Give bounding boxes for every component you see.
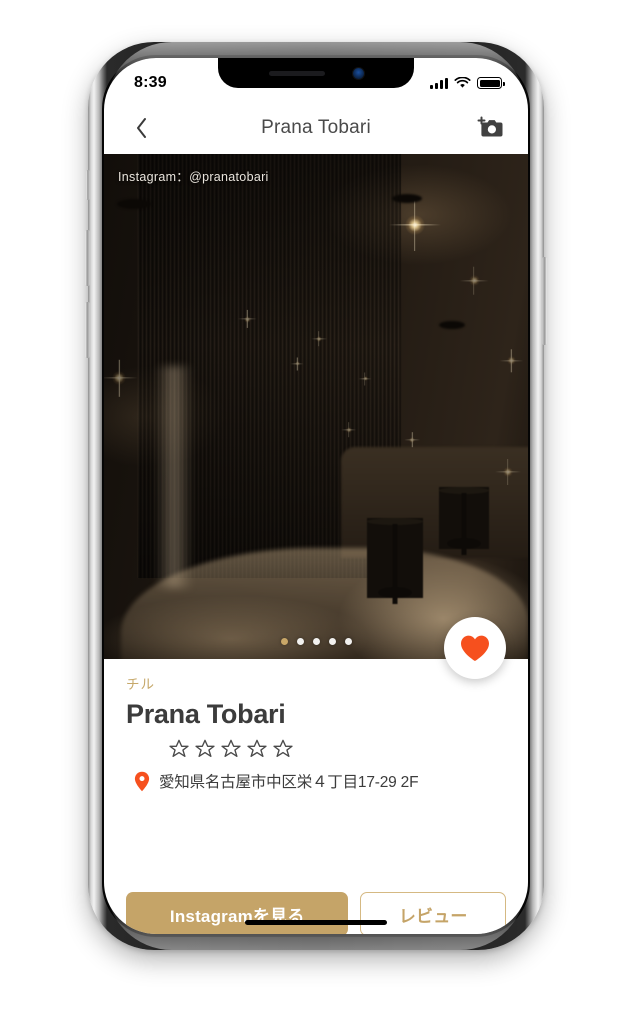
venue-address: 愛知県名古屋市中区栄４丁目17-29 2F bbox=[159, 774, 419, 791]
device-notch bbox=[218, 58, 414, 88]
star-outline-icon[interactable] bbox=[194, 738, 216, 760]
ceiling-fixture bbox=[392, 194, 423, 204]
volume-up-button[interactable] bbox=[85, 230, 90, 286]
cocktail-table bbox=[438, 487, 489, 556]
star-outline-icon[interactable] bbox=[272, 738, 294, 760]
spotlight-glow bbox=[468, 275, 480, 287]
carousel-dot[interactable] bbox=[344, 638, 352, 645]
add-photo-camera-icon bbox=[477, 116, 503, 137]
cellular-signal-icon bbox=[430, 77, 448, 89]
carousel-dot[interactable] bbox=[312, 638, 320, 645]
battery-icon bbox=[477, 77, 505, 89]
front-camera-icon bbox=[352, 67, 364, 79]
view-instagram-button[interactable]: Instagramを見る bbox=[126, 892, 349, 934]
venue-interior-photo bbox=[104, 154, 528, 659]
action-buttons: Instagramを見る レビュー bbox=[126, 892, 506, 934]
earpiece-speaker-icon bbox=[268, 70, 325, 76]
favorite-button[interactable] bbox=[444, 617, 506, 679]
screenshot-canvas: 8:39 Prana Tobari Instagram：@pranatobari… bbox=[0, 0, 632, 1024]
instagram-handle-overlay: Instagram：@pranatobari bbox=[118, 170, 269, 184]
heart-icon bbox=[461, 635, 489, 661]
spotlight-glow bbox=[506, 356, 516, 365]
add-photo-button[interactable] bbox=[474, 111, 508, 145]
carousel-dot[interactable] bbox=[280, 638, 288, 645]
rating-stars[interactable] bbox=[126, 738, 506, 760]
star-outline-icon[interactable] bbox=[246, 738, 268, 760]
carousel-dot[interactable] bbox=[328, 638, 336, 645]
navigation-bar: Prana Tobari bbox=[104, 102, 528, 154]
home-indicator[interactable] bbox=[245, 920, 387, 925]
star-outline-icon[interactable] bbox=[220, 738, 242, 760]
ceiling-fixture bbox=[438, 320, 465, 329]
spotlight-glow bbox=[112, 371, 127, 386]
back-button[interactable] bbox=[124, 111, 158, 145]
silent-switch[interactable] bbox=[86, 170, 90, 200]
carousel-dot[interactable] bbox=[296, 638, 304, 645]
venue-info-card: チル Prana Tobari 愛知県名古屋市中区栄４丁目17-29 2F In… bbox=[104, 659, 528, 934]
chevron-left-icon bbox=[136, 118, 146, 138]
page-title: Prana Tobari bbox=[261, 117, 371, 138]
power-button[interactable] bbox=[542, 257, 547, 345]
curtain-highlight bbox=[154, 366, 194, 589]
location-pin-icon bbox=[134, 771, 150, 791]
status-indicators bbox=[430, 77, 505, 89]
status-time: 8:39 bbox=[134, 74, 167, 91]
phone-screen: 8:39 Prana Tobari Instagram：@pranatobari… bbox=[104, 58, 528, 934]
light-reflection bbox=[409, 436, 416, 443]
venue-address-row: 愛知県名古屋市中区栄４丁目17-29 2F bbox=[126, 770, 506, 792]
venue-photo-carousel[interactable]: Instagram：@pranatobari bbox=[104, 154, 528, 659]
review-button[interactable]: レビュー bbox=[360, 892, 506, 934]
venue-category-tag: チル bbox=[126, 677, 155, 692]
spotlight-glow bbox=[405, 214, 426, 235]
volume-down-button[interactable] bbox=[85, 302, 90, 358]
venue-name: Prana Tobari bbox=[126, 699, 286, 729]
wifi-icon bbox=[454, 77, 471, 88]
star-outline-icon[interactable] bbox=[168, 738, 190, 760]
cocktail-table bbox=[366, 517, 423, 604]
